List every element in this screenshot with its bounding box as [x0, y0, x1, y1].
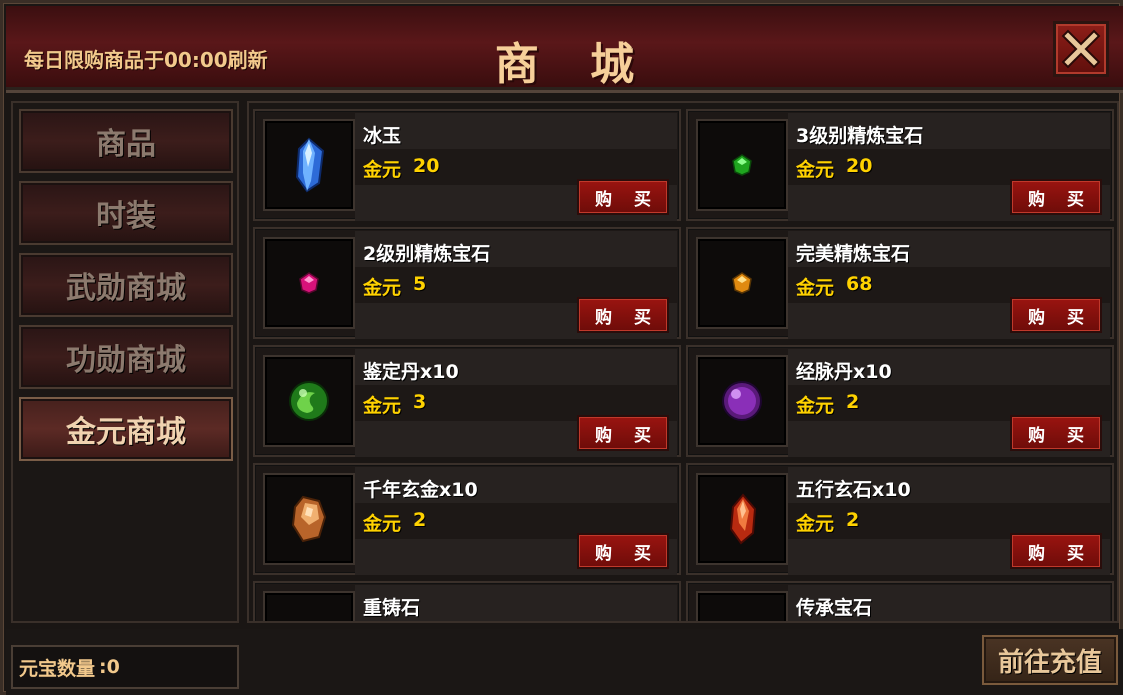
price-value: 68 [846, 273, 873, 295]
header-bar: 每日限购商品于00:00刷新 商 城 [6, 6, 1123, 93]
tab-goods[interactable]: 商品 [19, 109, 233, 173]
item-slot[interactable] [263, 355, 355, 447]
recast-stone-icon [294, 622, 324, 623]
item-slot[interactable] [696, 237, 788, 329]
shop-item: 传承宝石 [686, 581, 1114, 623]
buy-button[interactable]: 购 买 [1010, 297, 1102, 333]
pink-gem-icon [299, 272, 319, 294]
ingot-label: 元宝数量 [19, 657, 96, 680]
buy-button[interactable]: 购 买 [577, 415, 669, 451]
price-value: 3 [413, 391, 427, 413]
currency-label: 金元 [363, 277, 402, 299]
buy-button[interactable]: 购 买 [1010, 533, 1102, 569]
shop-item: 经脉丹x10 金元 2 购 买 [686, 345, 1114, 457]
price-value: 20 [413, 155, 440, 177]
item-slot[interactable] [696, 473, 788, 565]
item-name: 鉴定丹x10 [363, 361, 459, 383]
green-gem-icon [732, 154, 752, 176]
item-name: 完美精炼宝石 [796, 243, 911, 265]
shop-item: 2级别精炼宝石 金元 5 购 买 [253, 227, 681, 339]
currency-label: 金元 [363, 395, 402, 417]
item-name: 冰玉 [363, 125, 402, 147]
buy-button[interactable]: 购 买 [1010, 179, 1102, 215]
currency-label: 金元 [363, 513, 402, 535]
item-name: 传承宝石 [796, 597, 873, 619]
buy-button[interactable]: 购 买 [577, 533, 669, 569]
item-name: 3级别精炼宝石 [796, 125, 924, 147]
item-name: 经脉丹x10 [796, 361, 892, 383]
shop-item: 五行玄石x10 金元 2 购 买 [686, 463, 1114, 575]
item-price: 金元 5 [363, 273, 426, 300]
orange-gem-icon [732, 272, 752, 294]
item-slot[interactable] [263, 119, 355, 211]
shop-item: 鉴定丹x10 金元 3 购 买 [253, 345, 681, 457]
item-name: 五行玄石x10 [796, 479, 911, 501]
item-name: 千年玄金x10 [363, 479, 478, 501]
tab-merit-shop[interactable]: 武勋商城 [19, 253, 233, 317]
ingot-balance: 元宝数量 :0 [11, 645, 239, 689]
shop-item: 冰玉 金元 20 购 买 [253, 109, 681, 221]
item-slot[interactable] [696, 119, 788, 211]
shop-item: 千年玄金x10 金元 2 购 买 [253, 463, 681, 575]
item-price: 金元 2 [796, 509, 859, 536]
currency-label: 金元 [796, 277, 835, 299]
item-price: 金元 20 [796, 155, 872, 182]
shop-item: 3级别精炼宝石 金元 20 购 买 [686, 109, 1114, 221]
tab-fashion[interactable]: 时装 [19, 181, 233, 245]
currency-label: 金元 [363, 159, 402, 181]
inherit-gem-icon [727, 622, 757, 623]
item-price: 金元 2 [363, 509, 426, 536]
item-slot[interactable] [696, 591, 788, 623]
item-slot[interactable] [263, 473, 355, 565]
category-sidebar: 商品 时装 武勋商城 功勋商城 金元商城 [11, 101, 239, 623]
currency-label: 金元 [796, 159, 835, 181]
ice-jade-crystal-icon [295, 137, 325, 193]
price-value: 5 [413, 273, 427, 295]
red-crystal-icon [729, 493, 757, 545]
item-grid: 冰玉 金元 20 购 买 3级别精炼宝石 金元 20 购 买 2级别精炼宝石 金… [247, 101, 1119, 623]
price-value: 20 [846, 155, 873, 177]
shop-window: 每日限购商品于00:00刷新 商 城 商品 时装 武勋商城 功勋商城 金元商城 [0, 0, 1123, 695]
currency-label: 金元 [796, 513, 835, 535]
page-title: 商 城 [494, 39, 653, 90]
item-price: 金元 2 [796, 391, 859, 418]
green-orb-icon [289, 381, 329, 421]
item-name: 2级别精炼宝石 [363, 243, 491, 265]
shop-item: 重铸石 [253, 581, 681, 623]
close-icon [1061, 29, 1101, 69]
shop-item: 完美精炼宝石 金元 68 购 买 [686, 227, 1114, 339]
price-value: 2 [846, 391, 860, 413]
currency-label: 金元 [796, 395, 835, 417]
price-value: 2 [413, 509, 427, 531]
close-button[interactable] [1053, 21, 1109, 77]
purple-orb-icon [722, 381, 762, 421]
gold-ore-icon [291, 495, 327, 543]
buy-button[interactable]: 购 买 [577, 297, 669, 333]
item-price: 金元 3 [363, 391, 426, 418]
item-name: 重铸石 [363, 597, 421, 619]
recharge-button[interactable]: 前往充值 [982, 635, 1118, 685]
tab-gold-shop[interactable]: 金元商城 [19, 397, 233, 461]
ingot-value: :0 [99, 656, 120, 678]
buy-button[interactable]: 购 买 [577, 179, 669, 215]
item-price: 金元 68 [796, 273, 872, 300]
item-slot[interactable] [696, 355, 788, 447]
item-price: 金元 20 [363, 155, 439, 182]
item-slot[interactable] [263, 237, 355, 329]
buy-button[interactable]: 购 买 [1010, 415, 1102, 451]
price-value: 2 [846, 509, 860, 531]
tab-honor-shop[interactable]: 功勋商城 [19, 325, 233, 389]
item-slot[interactable] [263, 591, 355, 623]
